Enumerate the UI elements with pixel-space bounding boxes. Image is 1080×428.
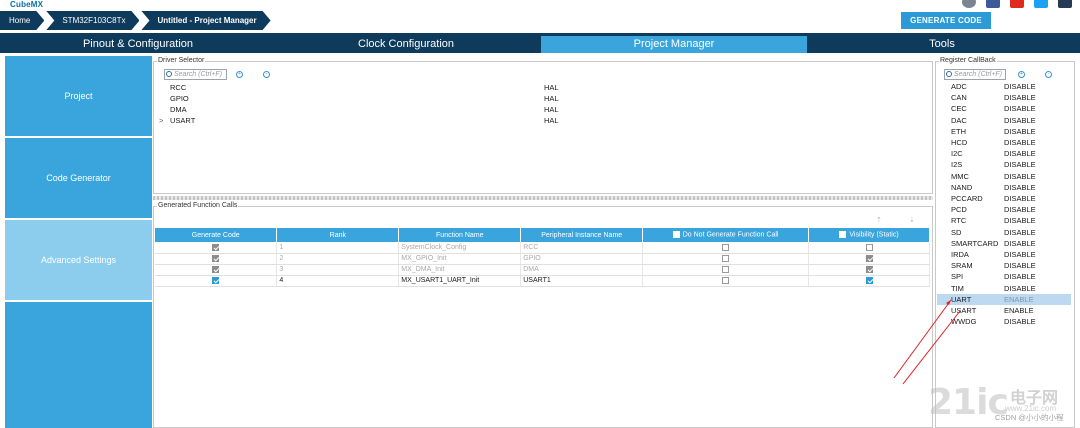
annotation-arrowhead [946, 300, 951, 305]
annotation-arrows [893, 299, 961, 385]
annotation-line [893, 299, 952, 379]
annotation-line [902, 310, 961, 385]
watermark-csdn: CSDN @小小的小程 [995, 413, 1064, 422]
